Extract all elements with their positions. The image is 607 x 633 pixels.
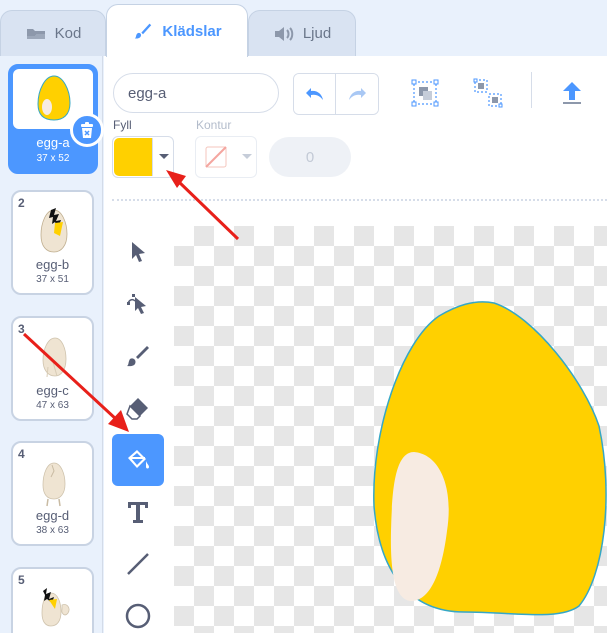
text-icon [128, 502, 148, 523]
tab-sounds[interactable]: Ljud [248, 10, 356, 56]
undo-icon [305, 88, 323, 100]
costume-number: 5 [18, 573, 25, 587]
redo-button[interactable] [336, 74, 378, 114]
reshape-tool[interactable] [112, 278, 164, 330]
costume-size: 37 x 52 [36, 153, 70, 164]
delete-costume-button[interactable] [70, 113, 104, 147]
stroke-width-input[interactable]: 0 [269, 137, 351, 177]
costume-size: 38 x 63 [36, 525, 69, 536]
costume-size: 37 x 51 [36, 274, 69, 285]
costume-item-egg-c[interactable]: 3 egg-c 47 x 63 [11, 316, 94, 421]
costume-name: egg-b [35, 257, 70, 272]
fill-label: Fyll [113, 118, 132, 132]
costume-name-input[interactable] [113, 73, 279, 113]
code-icon [26, 28, 45, 39]
paint-bucket-icon [128, 450, 149, 469]
chevron-down-icon [242, 154, 252, 159]
line-tool[interactable] [112, 538, 164, 590]
egg-c-thumbnail [42, 337, 67, 378]
fill-tool[interactable] [112, 434, 164, 486]
fill-color-swatch [114, 138, 153, 176]
group-icon[interactable] [410, 78, 440, 108]
costume-size: 47 x 63 [36, 400, 69, 411]
text-tool[interactable] [112, 486, 164, 538]
costume-name: egg-d [35, 508, 70, 523]
toolbar-separator [112, 199, 607, 201]
eraser-tool[interactable] [112, 382, 164, 434]
speaker-icon [274, 26, 294, 41]
toolbar-divider [531, 72, 532, 108]
egg-b-thumbnail [40, 208, 68, 253]
paintbrush-icon [127, 346, 149, 367]
forward-icon[interactable] [557, 78, 587, 108]
line-icon [127, 553, 149, 575]
circle-icon [125, 603, 151, 629]
arrow-cursor-icon [132, 242, 145, 262]
costume-number: 2 [18, 196, 25, 210]
egg-e-thumbnail [41, 588, 70, 627]
costume-number: 3 [18, 322, 25, 336]
circle-tool[interactable] [112, 590, 164, 633]
tab-code[interactable]: Kod [0, 10, 106, 56]
undo-redo-group [293, 73, 379, 115]
costume-item-egg-b[interactable]: 2 egg-b 37 x 51 [11, 190, 94, 295]
undo-button[interactable] [294, 74, 337, 114]
tab-code-label: Kod [54, 25, 82, 42]
tab-costumes[interactable]: Klädslar [106, 4, 248, 57]
eraser-icon [126, 398, 148, 420]
outline-label: Kontur [196, 118, 232, 132]
no-outline-icon [205, 146, 227, 168]
paint-editor: Fyll Kontur 0 [104, 56, 607, 633]
costume-item-5[interactable]: 5 [11, 567, 94, 633]
costume-number: 4 [18, 447, 25, 461]
redo-icon [349, 88, 366, 100]
costume-name: egg-c [36, 383, 69, 398]
chevron-down-icon [159, 154, 169, 159]
drawing-canvas[interactable] [174, 226, 607, 633]
tab-sounds-label: Ljud [302, 25, 332, 42]
brush-icon [135, 23, 152, 39]
tab-bar: Kod Klädslar Ljud [0, 0, 607, 57]
egg-a-thumbnail [37, 75, 71, 121]
ungroup-icon[interactable] [473, 78, 503, 108]
egg-d-thumbnail [42, 462, 66, 507]
egg-shape[interactable] [174, 226, 607, 633]
costume-number: 1 [16, 71, 23, 85]
outline-color-picker[interactable] [195, 136, 257, 178]
fill-color-picker[interactable] [112, 136, 174, 178]
brush-tool[interactable] [112, 330, 164, 382]
reshape-icon [127, 294, 146, 314]
tab-costumes-label: Klädslar [162, 22, 222, 40]
costume-item-egg-d[interactable]: 4 egg-d 38 x 63 [11, 441, 94, 546]
select-tool[interactable] [112, 226, 164, 278]
costume-list: 1 egg-a 37 x 52 2 egg-b 37 x 51 3 egg-c … [0, 56, 104, 633]
trash-icon [81, 122, 93, 138]
